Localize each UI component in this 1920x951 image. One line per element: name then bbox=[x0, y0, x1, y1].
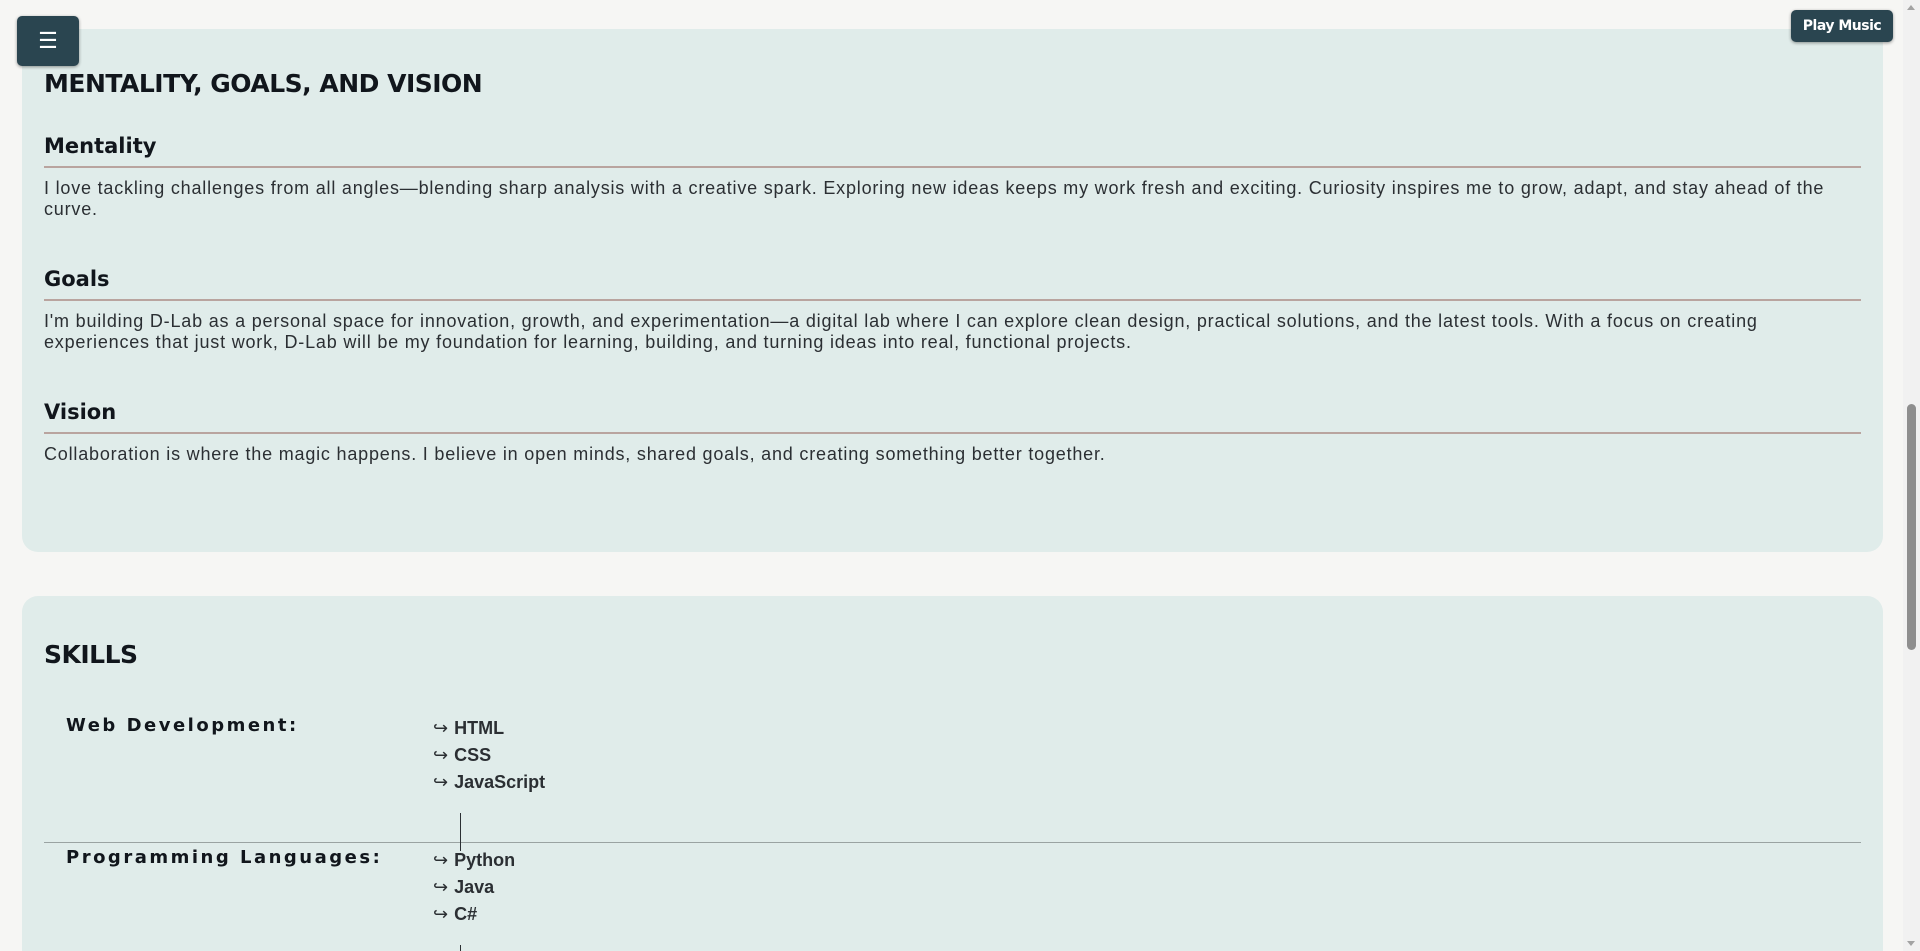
subsection-text: I love tackling challenges from all angl… bbox=[44, 178, 1825, 219]
skill-items: ↪ HTML ↪ CSS ↪ JavaScript bbox=[433, 711, 545, 842]
scroll-down-arrow-icon[interactable] bbox=[1907, 941, 1915, 946]
menu-button[interactable]: ☰ bbox=[17, 16, 79, 66]
vertical-divider bbox=[460, 945, 461, 951]
page-content: MENTALITY, GOALS, AND VISION Mentality I… bbox=[22, 29, 1883, 951]
skill-item: ↪ Python bbox=[433, 847, 515, 874]
subsection-mentality: Mentality I love tackling challenges fro… bbox=[44, 134, 1861, 220]
scroll-up-arrow-icon[interactable] bbox=[1907, 5, 1915, 10]
skill-category-label: Web Development: bbox=[66, 715, 299, 736]
mentality-goals-vision-section: MENTALITY, GOALS, AND VISION Mentality I… bbox=[22, 29, 1883, 552]
subsection-text: Collaboration is where the magic happens… bbox=[44, 444, 1106, 464]
return-arrow-icon: ↪ bbox=[433, 772, 449, 793]
return-arrow-icon: ↪ bbox=[433, 877, 449, 898]
subsection-text: I'm building D-Lab as a personal space f… bbox=[44, 311, 1758, 352]
vertical-scrollbar[interactable] bbox=[1903, 0, 1920, 951]
skill-row-web-development: Web Development: ↪ HTML ↪ CSS ↪ JavaScript bbox=[44, 711, 1861, 851]
section-title: MENTALITY, GOALS, AND VISION bbox=[44, 69, 483, 98]
skill-row-programming-languages: Programming Languages: ↪ Python ↪ Java ↪ C# bbox=[44, 843, 1861, 951]
skill-item-label: HTML bbox=[454, 718, 505, 738]
skill-category-label: Programming Languages: bbox=[66, 847, 383, 868]
scrollbar-thumb[interactable] bbox=[1907, 404, 1916, 650]
subsection-heading: Mentality bbox=[44, 134, 1861, 168]
skill-item: ↪ CSS bbox=[433, 742, 545, 769]
skill-item: ↪ JavaScript bbox=[433, 769, 545, 796]
skill-items: ↪ Python ↪ Java ↪ C# bbox=[433, 843, 515, 951]
skill-item: ↪ C# bbox=[433, 901, 515, 928]
skill-item-label: Python bbox=[454, 850, 516, 870]
hamburger-menu-icon: ☰ bbox=[38, 28, 58, 53]
skill-item: ↪ Java bbox=[433, 874, 515, 901]
skill-item-label: C# bbox=[454, 904, 478, 924]
subsection-vision: Vision Collaboration is where the magic … bbox=[44, 400, 1861, 465]
skills-section: SKILLS Web Development: ↪ HTML ↪ CSS ↪ Java… bbox=[22, 596, 1883, 951]
return-arrow-icon: ↪ bbox=[433, 718, 449, 739]
skill-item-label: JavaScript bbox=[454, 772, 546, 792]
skill-item-label: CSS bbox=[454, 745, 492, 765]
subsection-goals: Goals I'm building D-Lab as a personal s… bbox=[44, 267, 1861, 353]
return-arrow-icon: ↪ bbox=[433, 904, 449, 925]
play-music-button[interactable]: Play Music bbox=[1791, 10, 1893, 42]
subsection-heading: Goals bbox=[44, 267, 1861, 301]
subsection-heading: Vision bbox=[44, 400, 1861, 434]
return-arrow-icon: ↪ bbox=[433, 745, 449, 766]
viewport: ☰ Play Music MENTALITY, GOALS, AND VISIO… bbox=[0, 0, 1920, 951]
return-arrow-icon: ↪ bbox=[433, 850, 449, 871]
skill-item-label: Java bbox=[454, 877, 495, 897]
skills-list: Web Development: ↪ HTML ↪ CSS ↪ JavaScript … bbox=[44, 711, 1861, 951]
skill-item: ↪ HTML bbox=[433, 715, 545, 742]
section-title: SKILLS bbox=[44, 640, 138, 669]
